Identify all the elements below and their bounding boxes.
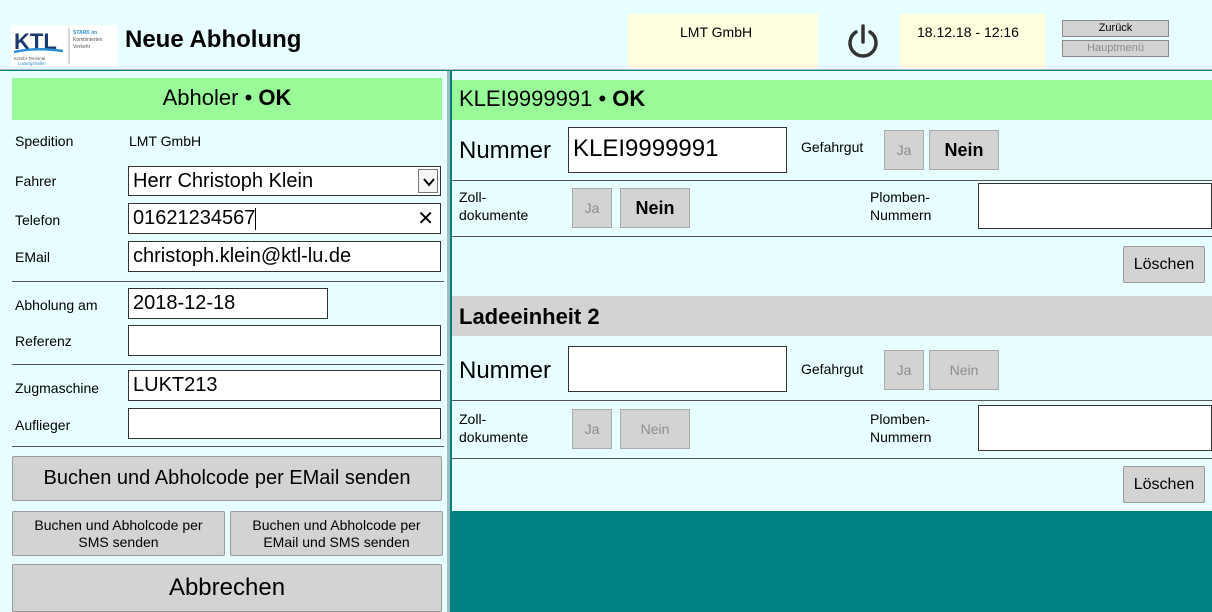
- abholer-title-text: Abholer: [162, 85, 239, 110]
- unit1-nummer-input[interactable]: KLEI9999991: [568, 127, 787, 173]
- unit1-zoll-label-line2: dokumente: [459, 207, 529, 223]
- divider: [452, 400, 1212, 401]
- abholer-status: OK: [258, 85, 292, 110]
- zugmaschine-label: Zugmaschine: [15, 380, 100, 396]
- fahrer-select-value: Herr Christoph Klein: [133, 170, 314, 192]
- unit2-zoll-label-line2: dokumente: [459, 429, 529, 445]
- unit2-gefahrgut-label: Gefahrgut: [801, 361, 864, 377]
- telefon-input[interactable]: 01621234567 ✕: [128, 203, 441, 234]
- cancel-button[interactable]: Abbrechen: [12, 564, 442, 612]
- auflieger-input[interactable]: [128, 408, 441, 439]
- unit1-title-text: KLEI9999991: [459, 86, 593, 111]
- book-sms-line2: SMS senden: [78, 533, 159, 550]
- ktl-logo: KTL Kombi-Terminal Ludwigshafen STARK im…: [11, 25, 117, 67]
- book-email-button[interactable]: Buchen und Abholcode per EMail senden: [12, 456, 442, 501]
- company-name: LMT GmbH: [680, 24, 753, 40]
- divider: [12, 364, 444, 365]
- telefon-label: Telefon: [15, 212, 61, 228]
- back-button[interactable]: Zurück: [1062, 20, 1169, 37]
- email-input[interactable]: christoph.klein@ktl-lu.de: [128, 241, 441, 272]
- email-label: EMail: [15, 249, 51, 265]
- unit2-plomben-label-line2: Nummern: [870, 429, 932, 445]
- svg-text:Kombinierten: Kombinierten: [73, 37, 103, 43]
- unit2-zoll-label-line1: Zoll-: [459, 411, 487, 427]
- unit2-title: Ladeeinheit 2: [459, 304, 600, 329]
- abholer-title: Abholer • OK: [162, 85, 292, 110]
- unit2-zoll-ja-button[interactable]: Ja: [572, 409, 612, 449]
- unit1-zoll-label-line1: Zoll-: [459, 189, 487, 205]
- auflieger-label: Auflieger: [15, 417, 71, 433]
- company-info-box: [628, 14, 818, 68]
- zugmaschine-input[interactable]: LUKT213: [128, 370, 441, 401]
- svg-text:Verkehr: Verkehr: [73, 44, 91, 50]
- book-sms-line1: Buchen und Abholcode per: [34, 516, 203, 533]
- fahrer-label: Fahrer: [15, 173, 57, 189]
- referenz-label: Referenz: [15, 333, 72, 349]
- unit1-zoll-ja-button[interactable]: Ja: [572, 188, 612, 228]
- text-cursor: [255, 207, 257, 230]
- unit1-status: OK: [612, 86, 646, 111]
- book-email-sms-line2: EMail und SMS senden: [263, 533, 410, 550]
- unit2-delete-button[interactable]: Löschen: [1123, 466, 1205, 503]
- unit1-gefahrgut-nein-button[interactable]: Nein: [929, 130, 999, 170]
- close-icon[interactable]: ✕: [417, 205, 434, 233]
- power-icon[interactable]: [846, 22, 880, 60]
- unit1-gefahrgut-ja-button[interactable]: Ja: [884, 130, 924, 170]
- unit1-gefahrgut-label: Gefahrgut: [801, 139, 864, 155]
- svg-text:STARK im: STARK im: [73, 30, 98, 36]
- page-title: Neue Abholung: [125, 26, 302, 53]
- unit2-gefahrgut-ja-button[interactable]: Ja: [884, 350, 924, 390]
- abholung-date-input[interactable]: 2018-12-18: [128, 288, 328, 319]
- unit1-zoll-nein-button[interactable]: Nein: [620, 188, 690, 228]
- unit2-plomben-input[interactable]: [978, 405, 1212, 451]
- book-sms-button[interactable]: Buchen und Abholcode per SMS senden: [12, 511, 225, 556]
- unit2-gefahrgut-nein-button[interactable]: Nein: [929, 350, 999, 390]
- divider: [452, 236, 1212, 237]
- divider: [452, 458, 1212, 459]
- unit2-plomben-label-line1: Plomben-: [870, 411, 930, 427]
- referenz-input[interactable]: [128, 325, 441, 356]
- unit2-nummer-input[interactable]: [568, 346, 787, 392]
- unit1-plomben-label-line2: Nummern: [870, 207, 932, 223]
- datetime-box: [900, 14, 1045, 68]
- divider: [12, 281, 444, 282]
- chevron-down-icon[interactable]: [418, 169, 438, 193]
- unit1-nummer-label: Nummer: [459, 137, 552, 164]
- fahrer-select[interactable]: Herr Christoph Klein: [128, 166, 441, 196]
- unit1-delete-button[interactable]: Löschen: [1123, 246, 1205, 283]
- telefon-input-value: 01621234567: [133, 207, 256, 229]
- unit1-title: KLEI9999991 • OK: [459, 86, 646, 111]
- datetime-display: 18.12.18 - 12:16: [917, 24, 1019, 40]
- main-menu-button[interactable]: Hauptmenü: [1062, 40, 1169, 57]
- book-email-sms-line1: Buchen und Abholcode per: [252, 516, 421, 533]
- unit2-nummer-label: Nummer: [459, 357, 552, 384]
- unit1-plomben-label-line1: Plomben-: [870, 189, 930, 205]
- divider: [12, 446, 444, 447]
- spedition-label: Spedition: [15, 133, 74, 149]
- svg-text:Ludwigshafen: Ludwigshafen: [18, 61, 46, 66]
- book-email-sms-button[interactable]: Buchen und Abholcode per EMail und SMS s…: [230, 511, 443, 556]
- abholung-label: Abholung am: [15, 297, 98, 313]
- unit1-plomben-input[interactable]: [978, 183, 1212, 229]
- divider: [452, 180, 1212, 181]
- unit2-zoll-nein-button[interactable]: Nein: [620, 409, 690, 449]
- spedition-value: LMT GmbH: [129, 133, 202, 149]
